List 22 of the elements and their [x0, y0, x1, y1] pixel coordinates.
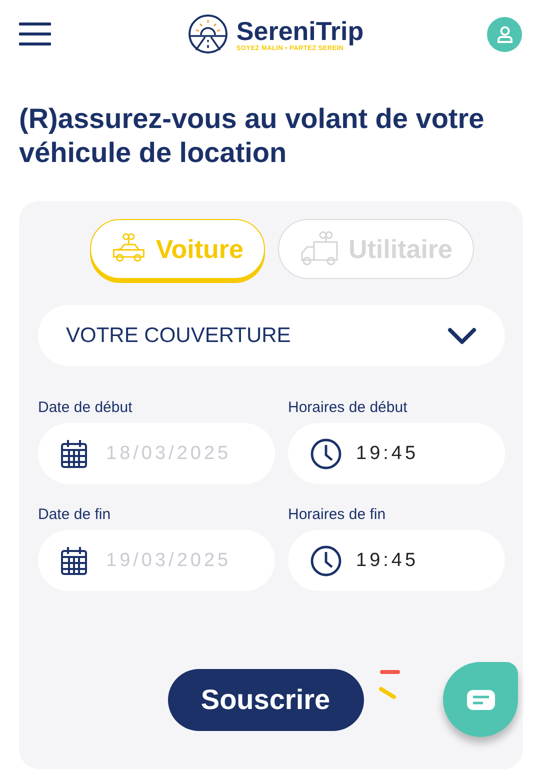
chevron-icon — [447, 326, 477, 344]
field-label: Date de début — [38, 399, 134, 416]
coverage-dropdown[interactable]: VOTRE COUVERTURE — [38, 305, 505, 366]
field-label: Horaires de fin — [288, 506, 387, 523]
time-field[interactable]: 19:45 — [288, 423, 505, 484]
calendar-icon — [60, 546, 88, 576]
account-button[interactable] — [487, 16, 522, 52]
page-title: (R)assurez-vous au volant de votre véhicule de location — [19, 102, 486, 170]
clock-icon — [310, 438, 342, 470]
logo-icon — [188, 14, 228, 54]
time-field[interactable]: 19:45 — [288, 530, 505, 591]
dropdown-value: VOTRE COUVERTURE — [66, 324, 291, 348]
subscribe-button[interactable]: Souscrire — [168, 669, 364, 731]
user-icon — [496, 26, 512, 42]
logo-name: SereniTrip — [236, 16, 364, 44]
menu-icon[interactable] — [19, 22, 51, 46]
clock-icon — [310, 544, 342, 576]
calendar-icon — [60, 438, 88, 468]
truck-icon — [298, 231, 338, 267]
field-label: Date de fin — [38, 506, 112, 523]
field-label: Horaires de début — [288, 399, 408, 416]
chat-icon — [466, 690, 494, 710]
